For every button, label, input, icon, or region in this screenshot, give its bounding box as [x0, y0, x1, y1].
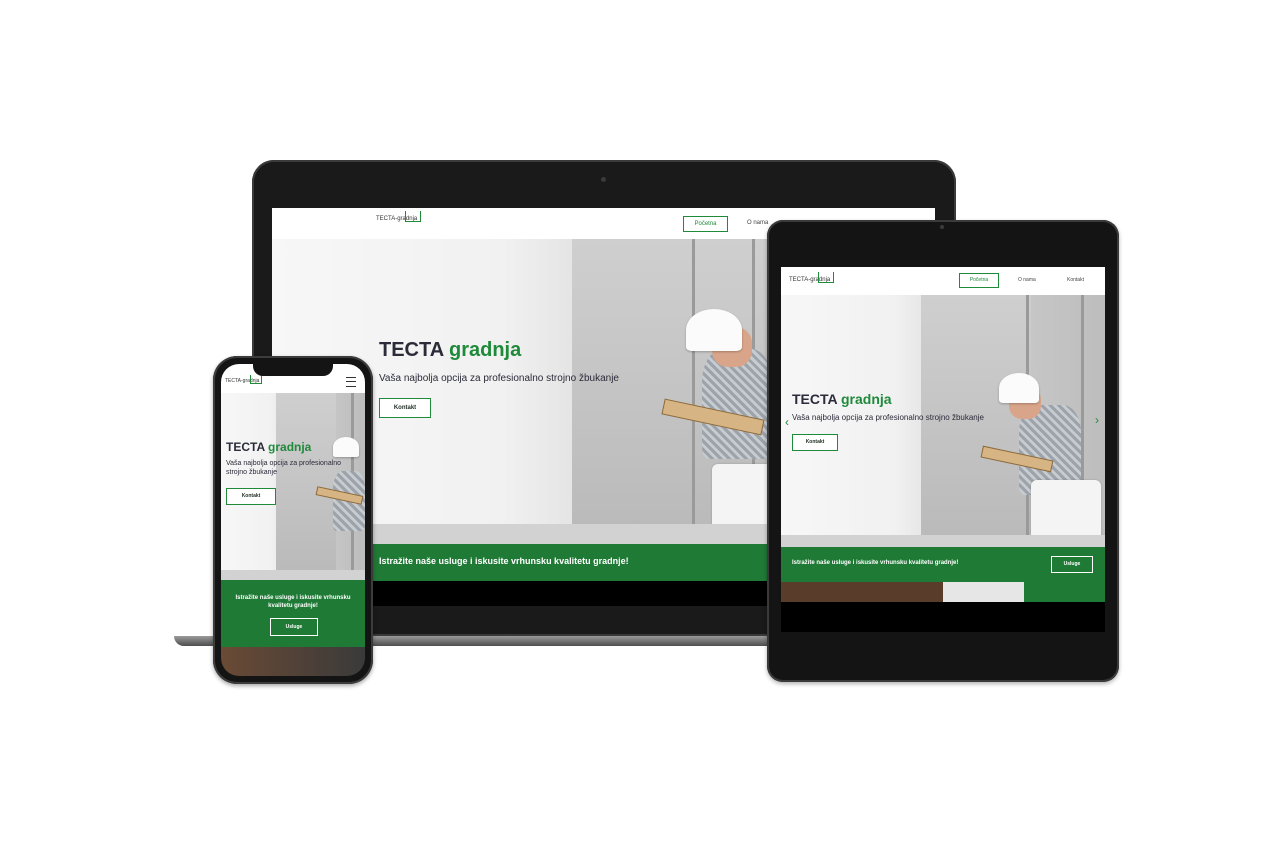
nav-home-label: Početna [694, 221, 717, 227]
tablet-logo[interactable]: TECTA-gradnja [789, 272, 835, 283]
tablet-mockup: TECTA-gradnja Početna O nama Kontakt ‹ ›… [767, 220, 1119, 682]
tablet-hero-floor [781, 535, 1105, 547]
tablet-nav-home[interactable]: Početna [959, 273, 999, 288]
tablet-screen: TECTA-gradnja Početna O nama Kontakt ‹ ›… [781, 267, 1105, 632]
hero-title-dark: TECTA [379, 339, 444, 361]
phone-contact-button[interactable]: Kontakt [226, 488, 276, 505]
laptop-nav-about[interactable]: O nama [747, 220, 768, 226]
tablet-hero-bucket [1031, 480, 1101, 542]
laptop-hero-scaffold [692, 239, 695, 544]
phone-services-button[interactable]: Usluge [270, 618, 318, 636]
phone-navbar: TECTA-gradnja [221, 364, 365, 394]
tablet-navbar: TECTA-gradnja Početna O nama Kontakt [781, 267, 1105, 296]
tablet-nav-contact[interactable]: Kontakt [1067, 277, 1084, 283]
phone-services-band: Istražite naše usluge i iskusite vrhunsk… [221, 580, 365, 647]
phone-hero-helmet [333, 437, 359, 457]
tablet-services-button[interactable]: Usluge [1051, 556, 1093, 573]
tablet-nav-about-label: O nama [1018, 277, 1036, 283]
tablet-nav-about[interactable]: O nama [1018, 277, 1036, 283]
nav-about-label: O nama [747, 220, 769, 226]
phone-hero-title: TECTA gradnja [226, 440, 311, 454]
tablet-hero-subtitle: Vaša najbolja opcija za profesionalno st… [792, 413, 984, 422]
hamburger-menu-middle-line [346, 381, 356, 382]
laptop-contact-button[interactable]: Kontakt [379, 398, 431, 418]
phone-mockup: TECTA-gradnja TECTA gradnja Vaša najbolj… [213, 356, 373, 684]
phone-hero-floor [221, 570, 365, 580]
laptop-hero-title: TECTA gradnja [379, 339, 521, 362]
phone-logo[interactable]: TECTA-gradnja [225, 374, 263, 384]
laptop-hero-subtitle: Vaša najbolja opcija za profesionalno st… [379, 373, 619, 384]
tablet-nav-contact-label: Kontakt [1067, 277, 1084, 283]
phone-hero-wall [276, 393, 336, 580]
laptop-nav-home[interactable]: Početna [683, 216, 728, 232]
tablet-services-band: Istražite naše usluge i iskusite vrhunsk… [781, 547, 1105, 582]
tablet-carousel-prev-icon[interactable]: ‹ [785, 415, 789, 429]
phone-screen: TECTA-gradnja TECTA gradnja Vaša najbolj… [221, 364, 365, 676]
laptop-camera [601, 177, 606, 182]
house-icon [405, 211, 422, 222]
tablet-hero: ‹ › TECTA gradnja Vaša najbolja opcija z… [781, 295, 1105, 547]
tablet-nav-home-label: Početna [969, 277, 989, 283]
phone-hero: TECTA gradnja Vaša najbolja opcija za pr… [221, 393, 365, 580]
phone-hero-title-green: gradnja [268, 440, 312, 454]
phone-band-text: Istražite naše usluge i iskusite vrhunsk… [235, 595, 351, 609]
hamburger-menu-icon[interactable] [346, 377, 356, 387]
tablet-camera [940, 225, 944, 229]
tablet-hero-title-dark: TECTA [792, 391, 838, 407]
laptop-band-text: Istražite naše usluge i iskusite vrhunsk… [379, 556, 629, 566]
phone-hero-subtitle: Vaša najbolja opcija za profesionalno st… [226, 460, 342, 476]
phone-notch [253, 364, 333, 376]
tablet-contact-button[interactable]: Kontakt [792, 434, 838, 451]
tablet-carousel-next-icon[interactable]: › [1095, 413, 1099, 427]
hero-title-green: gradnja [449, 339, 522, 361]
laptop-hero-helmet [686, 309, 742, 351]
tablet-house-icon [818, 272, 835, 283]
tablet-band-text: Istražite naše usluge i iskusite vrhunsk… [792, 560, 959, 566]
tablet-next-section [781, 582, 1105, 602]
phone-next-section [221, 647, 365, 676]
tablet-hero-title-green: gradnja [841, 391, 892, 407]
tablet-hero-title: TECTA gradnja [792, 391, 892, 407]
laptop-logo[interactable]: TECTA-gradnja [376, 211, 422, 222]
tablet-hero-helmet [999, 373, 1039, 403]
phone-hero-title-dark: TECTA [226, 440, 265, 454]
